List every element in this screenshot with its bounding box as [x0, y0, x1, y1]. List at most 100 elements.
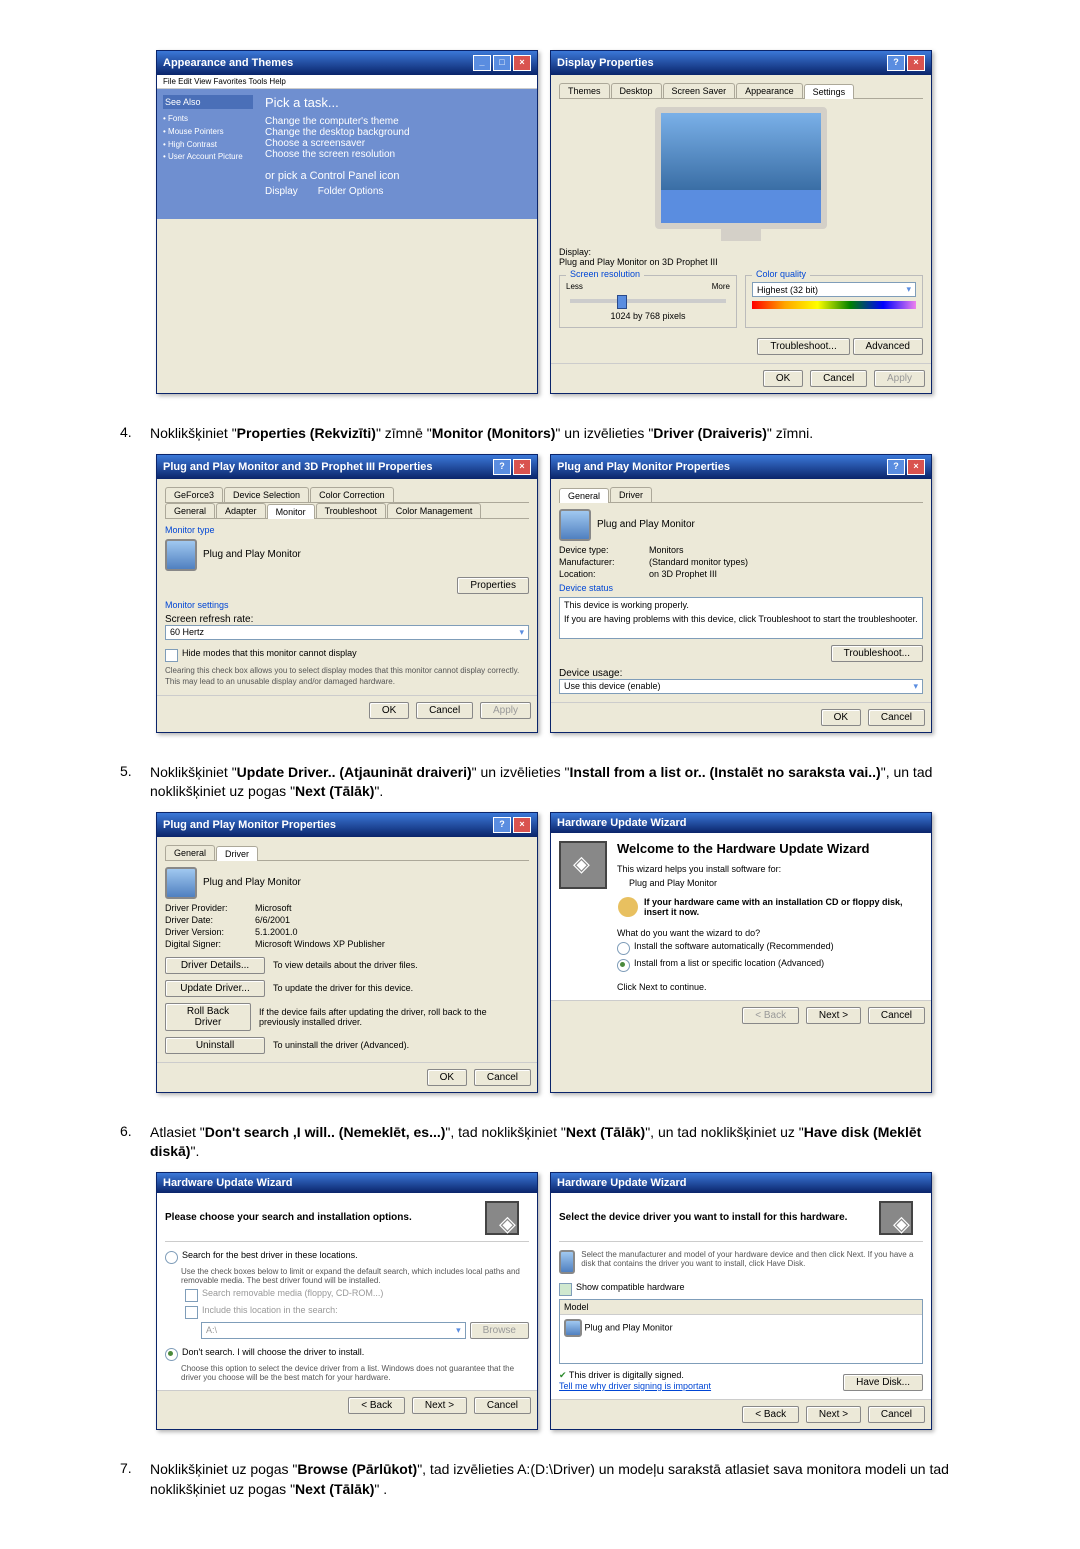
- refresh-label: Screen refresh rate:: [165, 614, 529, 625]
- cancel-button[interactable]: Cancel: [868, 709, 925, 726]
- apply-button: Apply: [480, 702, 531, 719]
- close-icon[interactable]: ×: [513, 55, 531, 71]
- toolbar: File Edit View Favorites Tools Help: [157, 75, 537, 89]
- close-icon[interactable]: ×: [907, 55, 925, 71]
- cancel-button[interactable]: Cancel: [868, 1406, 925, 1423]
- display-properties-window: Display Properties ?× Themes Desktop Scr…: [550, 50, 932, 394]
- color-bar: [752, 301, 916, 309]
- tab-monitor[interactable]: Monitor: [267, 504, 315, 519]
- hide-modes-desc: Clearing this check box allows you to se…: [165, 666, 519, 686]
- tab-appearance[interactable]: Appearance: [736, 83, 803, 98]
- help-icon[interactable]: ?: [493, 817, 511, 833]
- back-button[interactable]: < Back: [348, 1397, 405, 1414]
- have-disk-button[interactable]: Have Disk...: [843, 1374, 923, 1391]
- step-5: 5. Noklikšķiniet "Update Driver.. (Atjau…: [120, 763, 960, 802]
- help-icon[interactable]: ?: [887, 55, 905, 71]
- compat-checkbox[interactable]: [559, 1283, 572, 1296]
- ok-button[interactable]: OK: [427, 1069, 467, 1086]
- monitor-icon: [165, 539, 197, 571]
- driver-details-button[interactable]: Driver Details...: [165, 957, 265, 974]
- cancel-button[interactable]: Cancel: [416, 702, 473, 719]
- tab-devsel[interactable]: Device Selection: [224, 487, 309, 502]
- tab-troubleshoot[interactable]: Troubleshoot: [316, 503, 386, 518]
- tab-driver[interactable]: Driver: [610, 487, 652, 502]
- cancel-button[interactable]: Cancel: [474, 1397, 531, 1414]
- tell-me-link[interactable]: Tell me why driver signing is important: [559, 1381, 711, 1391]
- task-item[interactable]: Change the desktop background: [265, 127, 531, 138]
- cp-folder-options[interactable]: Folder Options: [318, 186, 384, 197]
- next-button[interactable]: Next >: [806, 1007, 861, 1024]
- hide-modes-checkbox[interactable]: [165, 649, 178, 662]
- radio-search[interactable]: [165, 1251, 178, 1264]
- wizard-question: What do you want the wizard to do?: [617, 928, 923, 938]
- tab-colorcorr[interactable]: Color Correction: [310, 487, 394, 502]
- max-icon[interactable]: □: [493, 55, 511, 71]
- task-item[interactable]: Change the computer's theme: [265, 116, 531, 127]
- tab-settings[interactable]: Settings: [804, 84, 855, 99]
- advanced-button[interactable]: Advanced: [853, 338, 923, 355]
- cb-removable: [185, 1289, 198, 1302]
- help-icon[interactable]: ?: [887, 459, 905, 475]
- ok-button[interactable]: OK: [763, 370, 803, 387]
- wizard-icon: [879, 1201, 913, 1235]
- next-button[interactable]: Next >: [806, 1406, 861, 1423]
- uninstall-button[interactable]: Uninstall: [165, 1037, 265, 1054]
- cp-display[interactable]: Display: [265, 186, 298, 197]
- tab-geforce[interactable]: GeForce3: [165, 487, 223, 502]
- cp-heading: or pick a Control Panel icon: [265, 170, 531, 182]
- radio-list[interactable]: [617, 959, 630, 972]
- tab-desktop[interactable]: Desktop: [611, 83, 662, 98]
- window-title: Hardware Update Wizard: [557, 1177, 925, 1189]
- step-number: 7.: [120, 1460, 150, 1499]
- more-label: More: [712, 282, 730, 291]
- model-header: Model: [560, 1300, 922, 1315]
- tab-colormgmt[interactable]: Color Management: [387, 503, 482, 518]
- troubleshoot-button[interactable]: Troubleshoot...: [831, 645, 923, 662]
- tab-general[interactable]: General: [165, 845, 215, 860]
- properties-button[interactable]: Properties: [457, 577, 529, 594]
- tab-adapter[interactable]: Adapter: [216, 503, 266, 518]
- task-item[interactable]: Choose a screensaver: [265, 138, 531, 149]
- monitor-icon: [559, 509, 591, 541]
- close-icon[interactable]: ×: [513, 817, 531, 833]
- cancel-button[interactable]: Cancel: [474, 1069, 531, 1086]
- refresh-rate-select[interactable]: 60 Hertz: [165, 625, 529, 640]
- window-title: Hardware Update Wizard: [557, 817, 925, 829]
- less-label: Less: [566, 282, 583, 291]
- radio-dont-search[interactable]: [165, 1348, 178, 1361]
- cancel-button[interactable]: Cancel: [810, 370, 867, 387]
- update-driver-button[interactable]: Update Driver...: [165, 980, 265, 997]
- task-item[interactable]: Choose the screen resolution: [265, 149, 531, 160]
- cancel-button[interactable]: Cancel: [868, 1007, 925, 1024]
- tab-themes[interactable]: Themes: [559, 83, 610, 98]
- color-quality-select[interactable]: Highest (32 bit): [752, 282, 916, 297]
- tab-screensaver[interactable]: Screen Saver: [663, 83, 736, 98]
- ok-button[interactable]: OK: [821, 709, 861, 726]
- help-icon[interactable]: ?: [493, 459, 511, 475]
- rollback-button[interactable]: Roll Back Driver: [165, 1003, 251, 1031]
- back-button[interactable]: < Back: [742, 1406, 799, 1423]
- troubleshoot-button[interactable]: Troubleshoot...: [757, 338, 849, 355]
- update-driver-desc: To update the driver for this device.: [273, 983, 413, 993]
- min-icon[interactable]: _: [473, 55, 491, 71]
- model-list[interactable]: Plug and Play Monitor: [560, 1315, 922, 1363]
- device-usage-select[interactable]: Use this device (enable): [559, 679, 923, 694]
- select-instr: Select the manufacturer and model of you…: [581, 1250, 923, 1274]
- close-icon[interactable]: ×: [907, 459, 925, 475]
- step-number: 5.: [120, 763, 150, 802]
- tab-driver[interactable]: Driver: [216, 846, 258, 861]
- step-4: 4. Noklikšķiniet "Properties (Rekvizīti)…: [120, 424, 960, 444]
- next-button[interactable]: Next >: [412, 1397, 467, 1414]
- wizard-help1: This wizard helps you install software f…: [617, 864, 923, 874]
- monitor-preview: [655, 107, 827, 229]
- apply-button: Apply: [874, 370, 925, 387]
- resolution-slider[interactable]: [570, 299, 726, 303]
- path-input: A:\: [201, 1322, 466, 1339]
- tab-general[interactable]: General: [559, 488, 609, 503]
- close-icon[interactable]: ×: [513, 459, 531, 475]
- radio-auto[interactable]: [617, 942, 630, 955]
- ok-button[interactable]: OK: [369, 702, 409, 719]
- sidebar: See Also • Fonts• Mouse Pointers• High C…: [157, 89, 259, 219]
- display-value: Plug and Play Monitor on 3D Prophet III: [559, 257, 923, 267]
- tab-general[interactable]: General: [165, 503, 215, 518]
